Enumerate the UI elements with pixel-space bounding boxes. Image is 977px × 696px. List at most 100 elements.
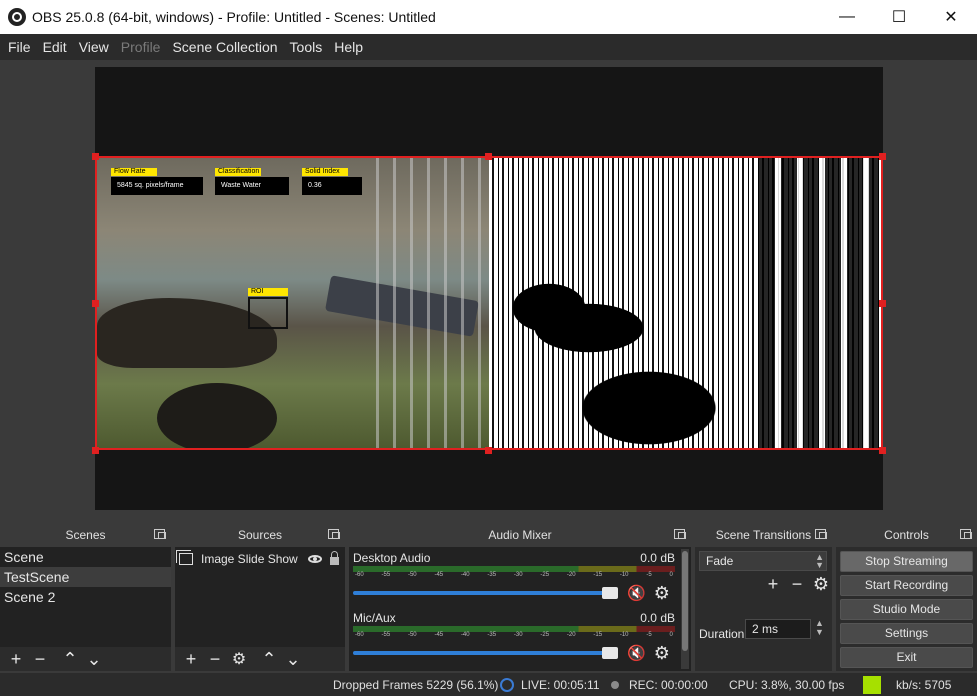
obs-logo-icon [8, 8, 26, 26]
source-item[interactable]: Image Slide Show [175, 548, 345, 570]
add-scene-button[interactable]: + [4, 648, 28, 670]
remove-source-button[interactable]: − [203, 648, 227, 670]
transition-properties-gear-icon[interactable]: ⚙ [809, 573, 833, 595]
rec-time: REC: 00:00:00 [629, 678, 708, 692]
studio-mode-button[interactable]: Studio Mode [840, 599, 973, 620]
meter-tick: 0 [669, 632, 673, 638]
maximize-button[interactable]: ☐ [873, 0, 925, 34]
menu-file[interactable]: File [2, 39, 37, 55]
transition-toolbar: + − ⚙ [761, 573, 833, 595]
record-dot-icon [611, 681, 619, 689]
float-dock-icon[interactable] [328, 529, 340, 539]
controls-dock: Controls Stop Streaming Start Recording … [836, 523, 977, 671]
meter-tick: -25 [540, 572, 550, 578]
duration-input[interactable]: 2 ms [745, 619, 811, 639]
channel-name: Mic/Aux [353, 611, 396, 625]
resize-handle[interactable] [879, 300, 886, 307]
remove-transition-button[interactable]: − [785, 573, 809, 595]
muted-speaker-icon[interactable]: 🔇 [627, 584, 646, 602]
menu-edit[interactable]: Edit [37, 39, 73, 55]
fence-shape [759, 158, 879, 448]
volume-slider-handle[interactable] [602, 647, 618, 659]
menu-scene-collection[interactable]: Scene Collection [166, 39, 283, 55]
dropped-frames: Dropped Frames 5229 (56.1%) [333, 678, 499, 692]
preview-canvas[interactable]: Flow Rate 5845 sq. pixels/frame Classifi… [92, 67, 886, 510]
float-dock-icon[interactable] [154, 529, 166, 539]
volume-slider-handle[interactable] [602, 587, 618, 599]
meter-tick: -40 [460, 572, 470, 578]
float-dock-icon[interactable] [674, 529, 686, 539]
start-recording-button[interactable]: Start Recording [840, 575, 973, 596]
duration-value: 2 ms [752, 622, 779, 636]
controls-header: Controls [836, 523, 977, 547]
resize-handle[interactable] [485, 447, 492, 454]
add-transition-button[interactable]: + [761, 573, 785, 595]
menu-view[interactable]: View [73, 39, 115, 55]
channel-settings-gear-icon[interactable]: ⚙ [654, 643, 670, 664]
mixer-header: Audio Mixer [349, 523, 691, 547]
channel-name: Desktop Audio [353, 551, 431, 565]
hud-value: 5845 sq. pixels/frame [111, 177, 203, 195]
soil-shape [157, 383, 277, 448]
volume-slider[interactable] [353, 587, 618, 599]
resize-handle[interactable] [485, 153, 492, 160]
scene-item[interactable]: Scene [0, 547, 171, 567]
scene-item[interactable]: TestScene [0, 567, 171, 587]
float-dock-icon[interactable] [815, 529, 827, 539]
hud-value: 0.36 [302, 177, 362, 195]
scene-item[interactable]: Scene 2 [0, 587, 171, 607]
dropdown-arrows-icon: ▲ ▼ [815, 552, 824, 570]
transition-selected: Fade [706, 554, 734, 568]
resize-handle[interactable] [879, 153, 886, 160]
exit-button[interactable]: Exit [840, 647, 973, 668]
resize-handle[interactable] [92, 153, 99, 160]
menu-tools[interactable]: Tools [284, 39, 329, 55]
stop-streaming-button[interactable]: Stop Streaming [840, 551, 973, 572]
channel-settings-gear-icon[interactable]: ⚙ [654, 583, 670, 604]
meter-tick: -35 [487, 572, 497, 578]
lock-icon[interactable] [329, 551, 339, 565]
hud-value: Waste Water [215, 177, 289, 195]
muted-speaker-icon[interactable]: 🔇 [627, 644, 646, 662]
sources-list: Image Slide Show [175, 547, 345, 647]
source-name: Image Slide Show [201, 552, 298, 566]
menu-help[interactable]: Help [328, 39, 369, 55]
source-properties-gear-icon[interactable]: ⚙ [227, 648, 251, 670]
selected-source[interactable]: Flow Rate 5845 sq. pixels/frame Classifi… [95, 156, 883, 450]
mixer-body: Desktop Audio 0.0 dB -60 -55 -50 -45 -40 -35-… [349, 547, 691, 671]
meter-tick: -15 [593, 632, 603, 638]
move-down-button[interactable]: ⌄ [82, 648, 106, 670]
transitions-body: Fade ▲ ▼ + − ⚙ Duration 2 ms ▲ ▼ [695, 547, 832, 671]
float-dock-icon[interactable] [960, 529, 972, 539]
remove-scene-button[interactable]: − [28, 648, 52, 670]
resize-handle[interactable] [92, 300, 99, 307]
controls-title: Controls [884, 528, 929, 542]
add-source-button[interactable]: + [179, 648, 203, 670]
menu-profile[interactable]: Profile [115, 39, 167, 55]
scenes-header: Scenes [0, 523, 171, 547]
move-up-button[interactable]: ⌃ [58, 648, 82, 670]
controls-body: Stop Streaming Start Recording Studio Mo… [836, 547, 977, 671]
meter-scale: -60 -55 -50 -45 -40 -35 -30 -25 -20 -15 -10 -5 0 [353, 632, 675, 644]
meter-tick: -45 [434, 632, 444, 638]
hud-label: Classification [215, 168, 261, 176]
live-time: LIVE: 00:05:11 [521, 678, 600, 692]
duration-spinner-icon[interactable]: ▲ ▼ [815, 619, 824, 637]
meter-tick: -20 [566, 572, 576, 578]
mixer-channel-mic: Mic/Aux 0.0 dB -60 -55 -50 -45 -40 -35 -30 -25-… [353, 611, 675, 664]
transition-select[interactable]: Fade ▲ ▼ [699, 551, 827, 571]
visibility-eye-icon[interactable] [307, 555, 322, 563]
minimize-button[interactable]: — [821, 0, 873, 34]
mixer-channel-desktop: Desktop Audio 0.0 dB -60 -55 -50 -45 -40 -35-… [353, 551, 675, 604]
move-down-button[interactable]: ⌄ [281, 648, 305, 670]
resize-handle[interactable] [92, 447, 99, 454]
close-button[interactable]: ✕ [925, 0, 977, 34]
settings-button[interactable]: Settings [840, 623, 973, 644]
meter-tick: -30 [513, 632, 523, 638]
mixer-scrollbar[interactable] [681, 549, 689, 669]
volume-slider[interactable] [353, 647, 618, 659]
resize-handle[interactable] [879, 447, 886, 454]
move-up-button[interactable]: ⌃ [257, 648, 281, 670]
meter-tick: -50 [407, 572, 417, 578]
sources-dock: Sources Image Slide Show + − ⚙ ⌃ ⌄ [175, 523, 345, 671]
